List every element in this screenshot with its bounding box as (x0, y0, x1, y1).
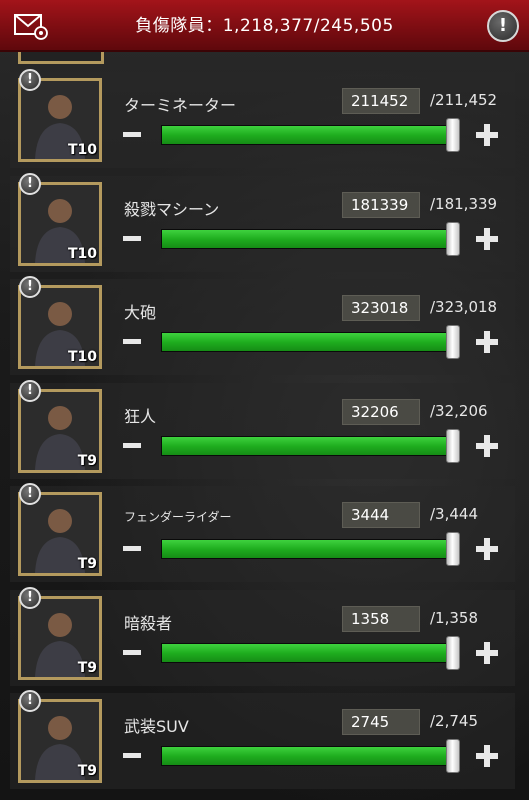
decrease-button[interactable] (123, 132, 141, 137)
unit-slider-fill (162, 333, 452, 351)
unit-tier: T10 (67, 349, 97, 365)
unit-tier: T9 (77, 660, 97, 676)
unit-tier: T9 (77, 556, 97, 572)
unit-row: T9! フェンダーライダー 3444/3,444 (10, 483, 515, 582)
unit-info-icon[interactable]: ! (19, 587, 41, 609)
unit-slider-handle[interactable] (446, 222, 460, 256)
unit-max-count: /211,452 (430, 91, 498, 109)
decrease-button[interactable] (123, 443, 141, 448)
decrease-button[interactable] (123, 546, 141, 551)
unit-row: T9! 狂人 32206/32,206 (10, 380, 515, 479)
unit-row: T10! 大砲 323018/323,018 (10, 276, 515, 375)
unit-slider-fill (162, 747, 452, 765)
unit-slider-track[interactable] (161, 332, 453, 352)
unit-name: 殺戮マシーン (124, 200, 220, 219)
unit-slider-handle[interactable] (446, 118, 460, 152)
unit-info-icon[interactable]: ! (19, 173, 41, 195)
injured-troops-label: 負傷隊員： (135, 16, 223, 36)
decrease-button[interactable] (123, 339, 141, 344)
unit-count-input[interactable]: 2745 (342, 709, 420, 735)
unit-count-input[interactable]: 323018 (342, 295, 420, 321)
unit-slider-fill (162, 540, 452, 558)
unit-slider-handle[interactable] (446, 532, 460, 566)
unit-max-count: /2,745 (430, 712, 478, 730)
header-bar: 負傷隊員：1,218,377/245,505 ! (0, 0, 529, 52)
increase-button[interactable] (476, 435, 498, 457)
mail-settings-icon[interactable] (14, 12, 48, 40)
unit-slider-track[interactable] (161, 643, 453, 663)
decrease-button[interactable] (123, 236, 141, 241)
unit-slider-track[interactable] (161, 436, 453, 456)
unit-count-input[interactable]: 32206 (342, 399, 420, 425)
decrease-button[interactable] (123, 650, 141, 655)
previous-row-portrait-edge (18, 52, 104, 64)
unit-info-icon[interactable]: ! (19, 483, 41, 505)
unit-tier: T9 (77, 763, 97, 779)
unit-slider-track[interactable] (161, 746, 453, 766)
unit-max-count: /1,358 (430, 609, 478, 627)
unit-count-input[interactable]: 211452 (342, 88, 420, 114)
increase-button[interactable] (476, 642, 498, 664)
unit-slider-handle[interactable] (446, 325, 460, 359)
unit-info-icon[interactable]: ! (19, 380, 41, 402)
unit-max-count: /323,018 (430, 298, 498, 316)
injured-troops-value: 1,218,377/245,505 (222, 16, 394, 36)
unit-info-icon[interactable]: ! (19, 276, 41, 298)
unit-slider-handle[interactable] (446, 636, 460, 670)
increase-button[interactable] (476, 538, 498, 560)
unit-tier: T9 (77, 453, 97, 469)
unit-count-input[interactable]: 1358 (342, 606, 420, 632)
unit-slider-handle[interactable] (446, 429, 460, 463)
unit-row: T9! 暗殺者 1358/1,358 (10, 587, 515, 686)
unit-slider-fill (162, 230, 452, 248)
unit-name: 狂人 (124, 407, 157, 426)
unit-slider-track[interactable] (161, 229, 453, 249)
unit-max-count: /32,206 (430, 402, 488, 420)
injured-troops-title: 負傷隊員：1,218,377/245,505 (60, 0, 469, 52)
unit-tier: T10 (67, 142, 97, 158)
unit-row: T9! 武装SUV 2745/2,745 (10, 690, 515, 789)
unit-slider-track[interactable] (161, 125, 453, 145)
unit-name: ターミネーター (124, 96, 237, 115)
unit-tier: T10 (67, 246, 97, 262)
unit-slider-fill (162, 644, 452, 662)
unit-info-icon[interactable]: ! (19, 690, 41, 712)
unit-slider-fill (162, 437, 452, 455)
increase-button[interactable] (476, 228, 498, 250)
unit-name: 武装SUV (124, 717, 189, 736)
unit-name: フェンダーライダー (124, 510, 232, 524)
unit-row: T10! 殺戮マシーン 181339/181,339 (10, 173, 515, 272)
unit-count-input[interactable]: 3444 (342, 502, 420, 528)
unit-name: 大砲 (124, 303, 157, 322)
unit-count-input[interactable]: 181339 (342, 192, 420, 218)
unit-row: T10! ターミネーター 211452/211,452 (10, 69, 515, 168)
unit-max-count: /3,444 (430, 505, 478, 523)
info-icon[interactable]: ! (487, 10, 519, 42)
unit-slider-fill (162, 126, 452, 144)
decrease-button[interactable] (123, 753, 141, 758)
increase-button[interactable] (476, 745, 498, 767)
unit-max-count: /181,339 (430, 195, 498, 213)
unit-slider-track[interactable] (161, 539, 453, 559)
increase-button[interactable] (476, 124, 498, 146)
increase-button[interactable] (476, 331, 498, 353)
unit-info-icon[interactable]: ! (19, 69, 41, 91)
unit-slider-handle[interactable] (446, 739, 460, 773)
unit-name: 暗殺者 (124, 614, 173, 633)
